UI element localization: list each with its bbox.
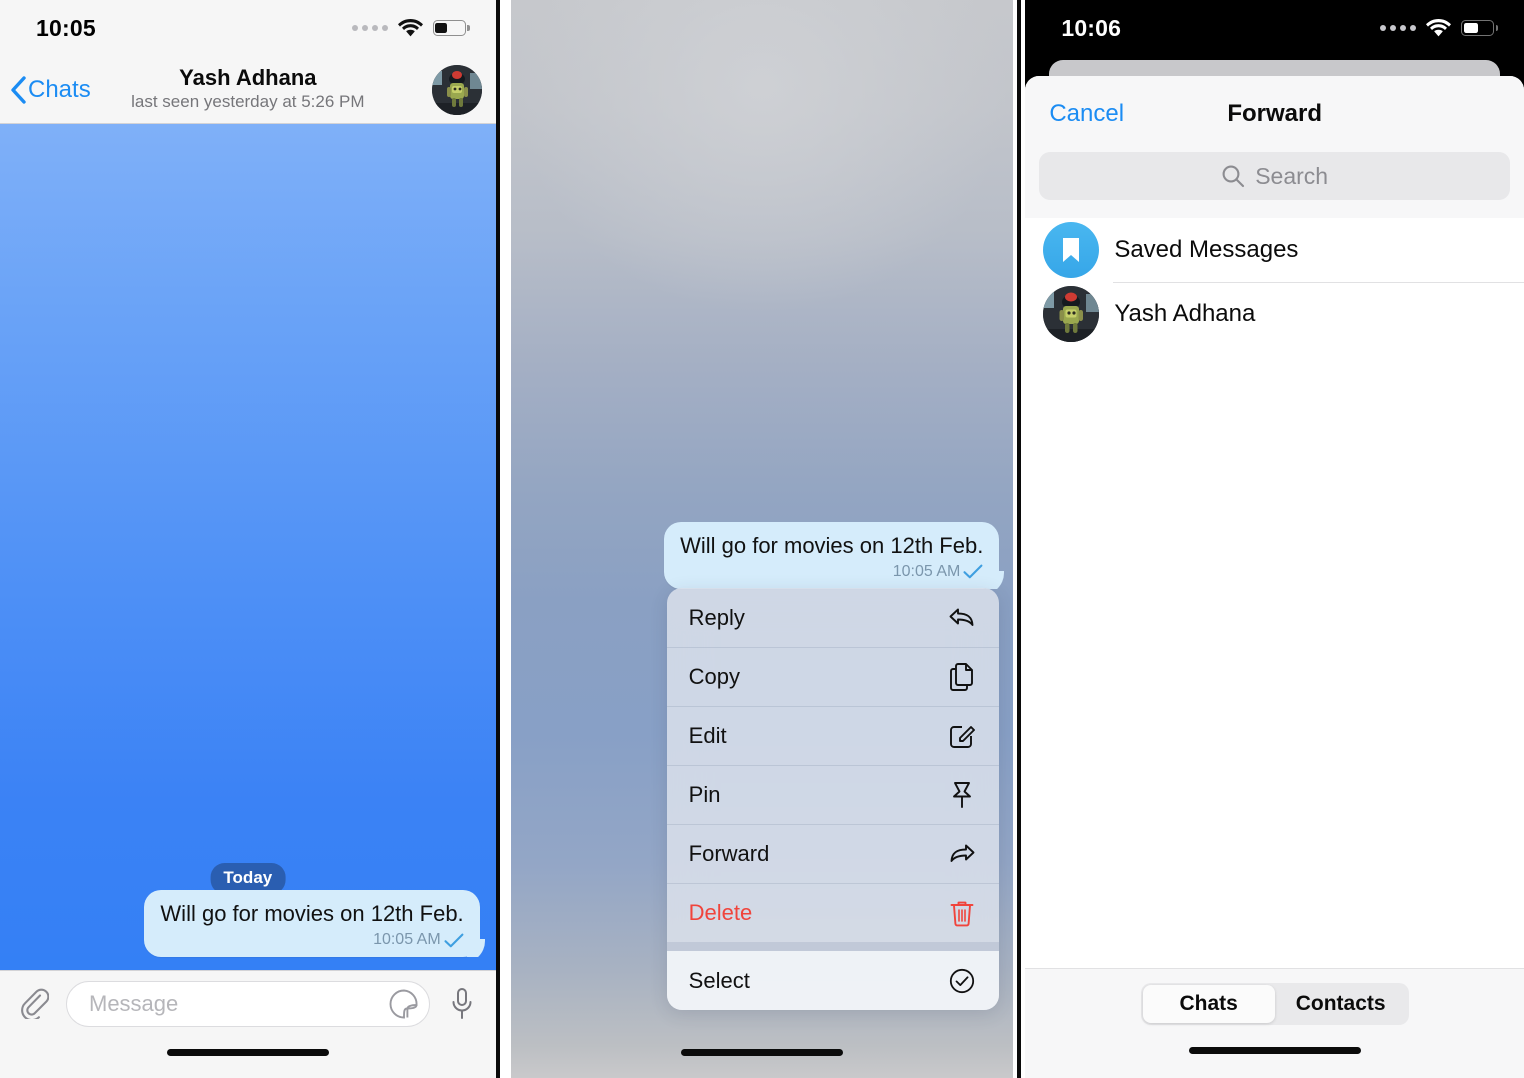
context-menu-item-forward[interactable]: Forward	[666, 824, 999, 883]
tab-chats[interactable]: Chats	[1142, 985, 1275, 1023]
message-meta: 10:05 AM	[160, 931, 464, 949]
phone-panel-forward-sheet: 10:06 Cancel Forward Search Saved Messag…	[1025, 0, 1524, 1078]
search-placeholder: Search	[1255, 162, 1329, 189]
trash-icon	[947, 900, 977, 927]
home-indicator	[681, 1049, 843, 1056]
context-menu-item-delete[interactable]: Delete	[666, 883, 999, 942]
reply-arrow-icon	[947, 606, 977, 630]
message-input-placeholder: Message	[89, 991, 179, 1016]
message-context-menu: Reply Copy Edit Pin Forward Delete Selec…	[666, 588, 999, 1010]
list-item-label: Yash Adhana	[1114, 300, 1256, 327]
context-menu-label: Delete	[688, 900, 753, 925]
contact-avatar	[1043, 286, 1100, 342]
search-input[interactable]: Search	[1039, 152, 1510, 200]
home-indicator	[166, 1049, 329, 1056]
bubble-tail	[986, 567, 1006, 589]
bubble-tail	[467, 935, 487, 957]
context-menu-label: Select	[688, 967, 750, 993]
pin-icon	[947, 781, 977, 809]
status-time: 10:06	[1061, 14, 1122, 41]
context-menu-label: Pin	[688, 782, 721, 807]
focused-message-meta: 10:05 AM	[680, 563, 983, 581]
sheet-navbar: Cancel Forward	[1025, 76, 1524, 152]
status-bar: 10:06	[1025, 0, 1524, 56]
bookmark-icon	[1063, 238, 1080, 262]
cancel-button[interactable]: Cancel	[1049, 100, 1124, 128]
saved-messages-avatar	[1043, 222, 1100, 278]
focused-message-row: Will go for movies on 12th Feb. 10:05 AM	[664, 522, 1000, 589]
status-indicators	[351, 19, 470, 37]
focused-message-time: 10:05 AM	[892, 562, 961, 580]
message-bubble[interactable]: Will go for movies on 12th Feb. 10:05 AM	[144, 890, 480, 957]
signal-dots-icon	[351, 25, 388, 31]
list-item-label: Saved Messages	[1114, 236, 1299, 263]
back-to-chats-button[interactable]: Chats	[10, 76, 91, 104]
status-time: 10:05	[36, 14, 96, 41]
forward-arrow-icon	[947, 842, 977, 866]
battery-icon	[432, 20, 470, 36]
message-text: Will go for movies on 12th Feb.	[160, 901, 464, 927]
search-icon	[1222, 165, 1245, 188]
edit-pencil-icon	[947, 723, 977, 749]
tab-contacts[interactable]: Contacts	[1275, 985, 1407, 1023]
avatar-art	[431, 64, 482, 115]
message-input[interactable]: Message	[66, 981, 430, 1027]
context-menu-label: Copy	[688, 664, 741, 689]
checkmark-icon	[963, 564, 983, 579]
phone-panel-context-menu: Will go for movies on 12th Feb. 10:05 AM…	[510, 0, 1014, 1078]
message-input-bar: Message	[0, 970, 496, 1078]
home-indicator	[1188, 1047, 1361, 1054]
context-menu-label: Forward	[688, 841, 770, 866]
context-menu-item-edit[interactable]: Edit	[666, 706, 999, 765]
focused-message-bubble[interactable]: Will go for movies on 12th Feb. 10:05 AM	[664, 522, 1000, 589]
outgoing-message-row: Will go for movies on 12th Feb. 10:05 AM	[144, 890, 480, 957]
microphone-icon[interactable]	[442, 981, 482, 1027]
back-button-label: Chats	[28, 75, 91, 103]
context-menu-item-copy[interactable]: Copy	[666, 647, 999, 706]
screenshot-stage: 10:05 Chats Yash Adhana last seen yester…	[0, 0, 1524, 1078]
context-menu-item-select[interactable]: Select	[666, 951, 999, 1010]
search-container: Search	[1025, 152, 1524, 218]
wifi-icon	[397, 19, 423, 37]
signal-dots-icon	[1380, 25, 1416, 31]
focused-message-text: Will go for movies on 12th Feb.	[680, 533, 984, 558]
context-menu-label: Reply	[688, 604, 745, 630]
paperclip-icon[interactable]	[14, 981, 54, 1025]
forward-target-list: Saved Messages Yash Adhana	[1025, 218, 1524, 346]
wifi-icon	[1426, 19, 1451, 37]
chat-message-area: Today Will go for movies on 12th Feb. 10…	[0, 124, 496, 970]
context-menu-item-reply[interactable]: Reply	[667, 588, 999, 647]
context-menu-separator	[666, 942, 999, 951]
checkmark-icon	[444, 933, 464, 947]
sheet-tabbar: Chats Contacts	[1025, 968, 1524, 1078]
phone-panel-chat: 10:05 Chats Yash Adhana last seen yester…	[0, 0, 496, 1078]
battery-icon	[1461, 20, 1498, 36]
sticker-icon[interactable]	[389, 989, 419, 1019]
panel-gap-1	[499, 0, 511, 1078]
copy-icon	[947, 663, 977, 691]
status-bar: 10:05	[0, 0, 496, 56]
forward-sheet: Cancel Forward Search Saved Messages Yas…	[1025, 76, 1524, 1078]
context-menu-label: Edit	[688, 723, 727, 748]
check-circle-icon	[947, 968, 977, 994]
contact-avatar[interactable]	[431, 64, 482, 115]
list-item-saved-messages[interactable]: Saved Messages	[1025, 218, 1524, 282]
context-menu-item-pin[interactable]: Pin	[666, 765, 999, 824]
chat-navbar: Chats Yash Adhana last seen yesterday at…	[0, 56, 496, 124]
segmented-control: Chats Contacts	[1140, 983, 1409, 1025]
status-indicators	[1380, 19, 1498, 37]
avatar-art	[1043, 286, 1100, 342]
chevron-left-icon	[11, 75, 26, 104]
list-item-yash-adhana[interactable]: Yash Adhana	[1025, 282, 1524, 346]
message-time: 10:05 AM	[373, 931, 441, 948]
day-separator: Today	[210, 863, 286, 894]
